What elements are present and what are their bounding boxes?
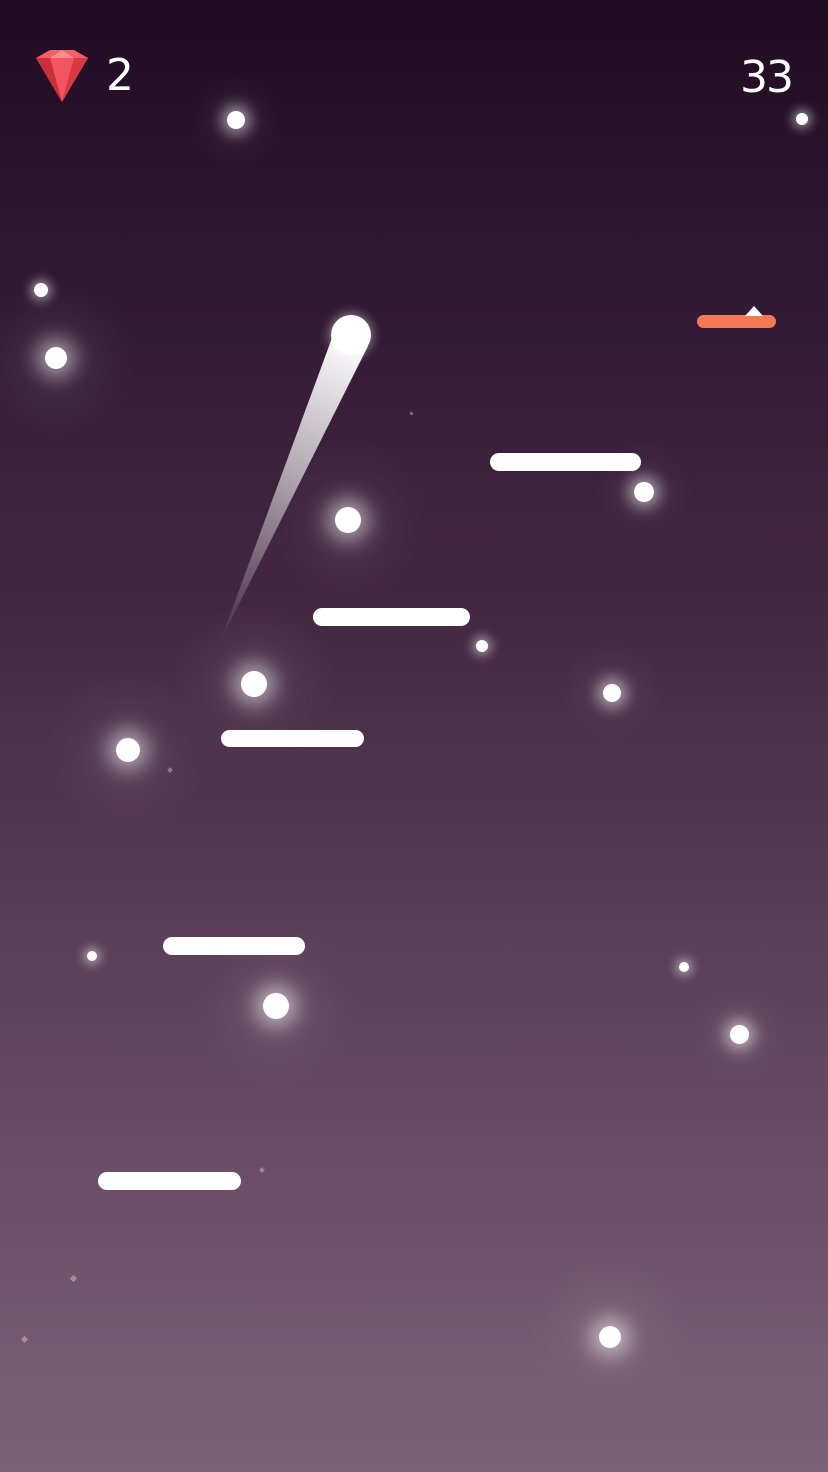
glow-orb	[227, 111, 245, 129]
glow-orb	[796, 113, 808, 125]
player-trail	[220, 338, 368, 642]
glow-orb	[87, 951, 97, 961]
glow-orb	[45, 347, 67, 369]
game-stage[interactable]: 2 33	[0, 0, 828, 1472]
glow-orb	[679, 962, 689, 972]
platform	[98, 1172, 241, 1190]
glow-orb	[241, 671, 267, 697]
glow-orb	[730, 1025, 749, 1044]
glow-orb	[476, 640, 488, 652]
platform	[163, 937, 305, 955]
glow-orb	[34, 283, 48, 297]
glow-orb	[599, 1326, 621, 1348]
platform	[490, 453, 641, 471]
glow-orb	[603, 684, 621, 702]
player-ball	[331, 315, 371, 355]
hazard-spike	[745, 306, 763, 316]
glow-orb	[263, 993, 289, 1019]
platform	[313, 608, 470, 626]
platform	[221, 730, 364, 747]
glow-orb	[335, 507, 361, 533]
glow-orb	[634, 482, 654, 502]
hazard-platform	[697, 315, 776, 328]
glow-orb	[116, 738, 140, 762]
